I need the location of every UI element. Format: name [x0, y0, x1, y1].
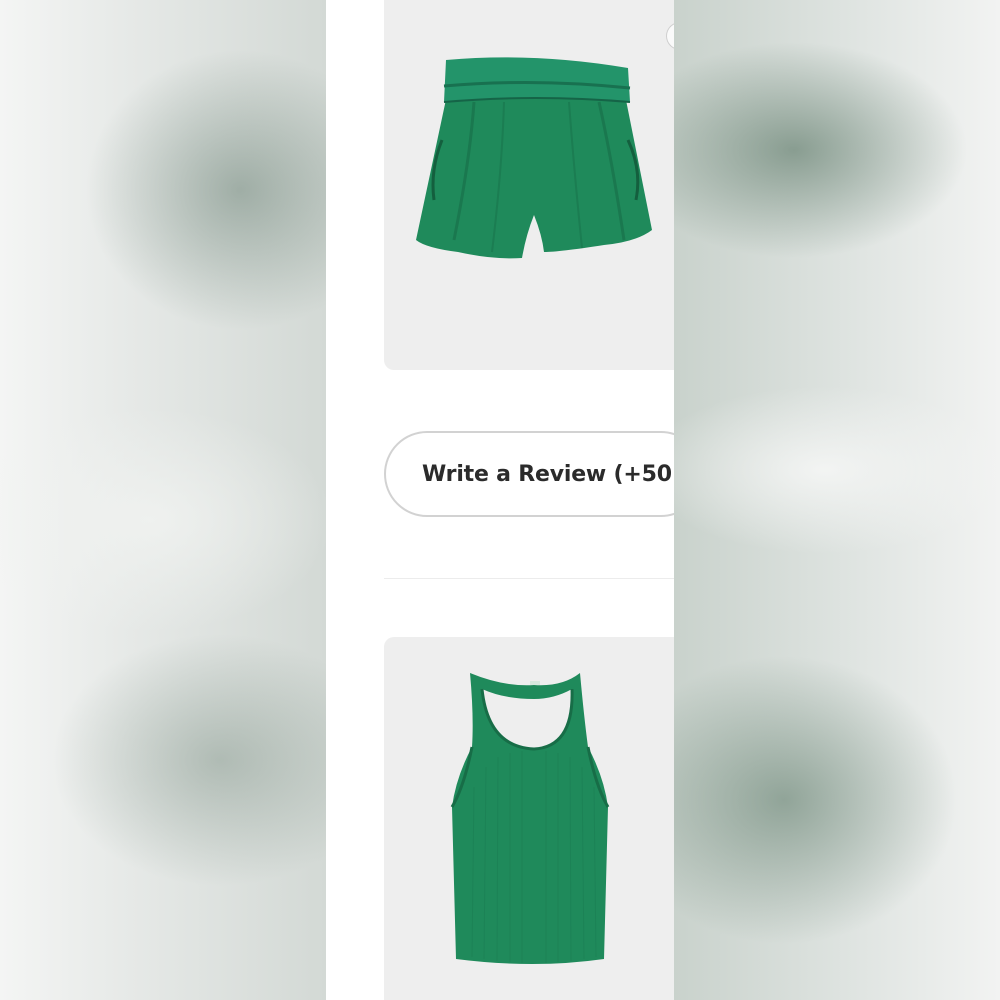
blurred-background-right — [674, 0, 1000, 1000]
green-racerback-tank-image — [450, 673, 610, 964]
green-shorts-image — [416, 57, 652, 259]
section-divider — [384, 578, 674, 579]
product-review-panel: Write a Review (+50 — [326, 0, 674, 1000]
product-card-shorts[interactable] — [384, 0, 674, 370]
write-review-label: Write a Review (+50 — [422, 461, 672, 487]
blurred-background-left — [0, 0, 326, 1000]
product-card-tank[interactable] — [384, 637, 674, 1000]
write-review-button[interactable]: Write a Review (+50 — [384, 431, 674, 517]
screenshot-frame: Write a Review (+50 — [0, 0, 1000, 1000]
